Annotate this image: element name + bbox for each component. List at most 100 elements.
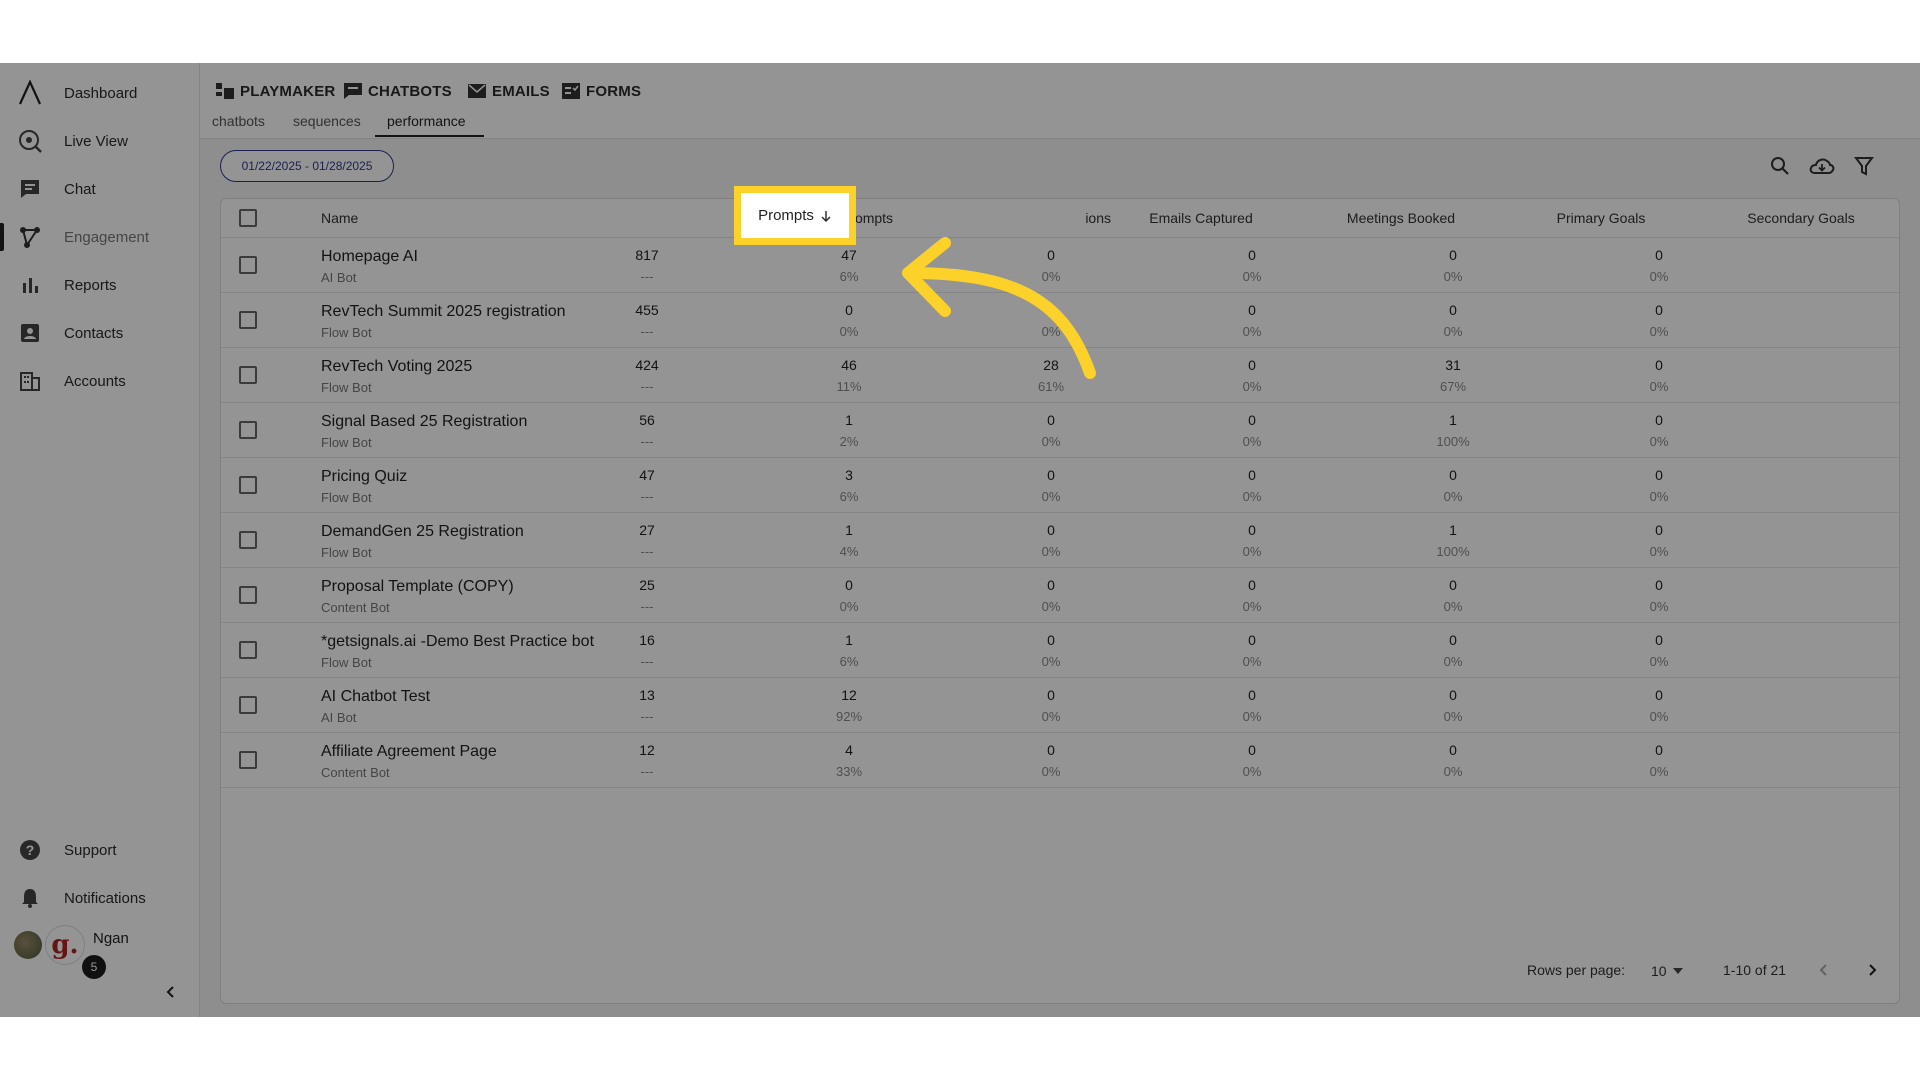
bot-name[interactable]: Pricing Quiz <box>321 468 407 486</box>
row-checkbox[interactable] <box>239 256 257 274</box>
bot-type: Content Bot <box>321 600 390 615</box>
emails-cell: 0 0% <box>991 403 1111 458</box>
secondary-goals-cell: 0 0% <box>1599 623 1719 678</box>
sidebar-item-chat[interactable]: Chat <box>0 169 200 209</box>
sidebar-item-engagement[interactable]: Engagement <box>0 217 200 257</box>
collapse-sidebar-button[interactable] <box>160 981 182 1003</box>
date-range-chip[interactable]: 01/22/2025 - 01/28/2025 <box>220 150 394 182</box>
primary-goals-cell: 31 67% <box>1393 348 1513 403</box>
emails-cell: 0 0% <box>991 293 1111 348</box>
primary-goals-cell: 0 0% <box>1393 293 1513 348</box>
row-checkbox[interactable] <box>239 311 257 329</box>
sidebar-item-contacts[interactable]: Contacts <box>0 313 200 353</box>
emails-cell: 0 0% <box>991 568 1111 623</box>
cell-percent: 0% <box>839 324 859 339</box>
table-row[interactable]: *getsignals.ai -Demo Best Practice bot Fl… <box>221 623 1901 678</box>
row-checkbox[interactable] <box>239 696 257 714</box>
chevron-left-icon <box>166 986 174 998</box>
row-checkbox[interactable] <box>239 531 257 549</box>
cell-percent: 0% <box>1649 544 1669 559</box>
cell-percent: 0% <box>1443 324 1463 339</box>
search-icon[interactable] <box>1766 152 1794 180</box>
emails-cell: 0 0% <box>991 623 1111 678</box>
bot-name[interactable]: RevTech Summit 2025 registration <box>321 303 566 321</box>
cell-value: 0 <box>1248 302 1256 318</box>
row-checkbox[interactable] <box>239 476 257 494</box>
cell-value: 0 <box>1248 687 1256 703</box>
column-header-primary-goals[interactable]: Primary Goals <box>1501 199 1701 237</box>
sidebar-item-dashboard[interactable]: Dashboard <box>0 73 200 113</box>
column-header-name[interactable]: Name <box>321 199 521 237</box>
meetings-cell: 0 0% <box>1192 458 1312 513</box>
emails-cell: 0 0% <box>991 733 1111 788</box>
sidebar-item-notifications[interactable]: Notifications <box>0 878 200 918</box>
rows-per-page-select[interactable]: 10 <box>1651 959 1691 983</box>
active-tab-indicator <box>375 135 484 137</box>
subtab-sequences[interactable]: sequences <box>293 113 361 137</box>
emails-cell: 28 61% <box>991 348 1111 403</box>
table-row[interactable]: RevTech Voting 2025 Flow Bot 424 --- 46 11% 28… <box>221 348 1901 403</box>
bot-name[interactable]: Proposal Template (COPY) <box>321 578 514 596</box>
secondary-goals-cell: 0 0% <box>1599 733 1719 788</box>
row-checkbox[interactable] <box>239 586 257 604</box>
column-header-meetings-booked[interactable]: Meetings Booked <box>1301 199 1501 237</box>
table-row[interactable]: DemandGen 25 Registration Flow Bot 27 --- 1 4… <box>221 513 1901 568</box>
tab-playmaker[interactable]: PLAYMAKER <box>216 79 335 103</box>
table-row[interactable]: Signal Based 25 Registration Flow Bot 56 --… <box>221 403 1901 458</box>
bot-name[interactable]: Affiliate Agreement Page <box>321 743 497 761</box>
cell-percent: --- <box>640 599 654 614</box>
column-header-conversations[interactable]: ions <box>1001 199 1111 237</box>
cell-percent: --- <box>640 709 654 724</box>
prompts-cell: 455 --- <box>587 293 707 348</box>
previous-page-button[interactable] <box>1811 957 1837 983</box>
row-checkbox[interactable] <box>239 641 257 659</box>
sidebar-item-live-view[interactable]: Live View <box>0 121 200 161</box>
tab-emails[interactable]: EMAILS <box>468 79 550 103</box>
column-header-emails-captured[interactable]: Emails Captured <box>1101 199 1301 237</box>
cell-percent: 0% <box>1242 379 1262 394</box>
meetings-cell: 0 0% <box>1192 403 1312 458</box>
row-checkbox[interactable] <box>239 366 257 384</box>
row-checkbox[interactable] <box>239 751 257 769</box>
bot-name[interactable]: Signal Based 25 Registration <box>321 413 527 431</box>
table-row[interactable]: Pricing Quiz Flow Bot 47 --- 3 6% 0 0% 0 0% 0 0% 0 0% <box>221 458 1901 513</box>
cell-value: 0 <box>1047 742 1055 758</box>
sidebar-item-support[interactable]: ? Support <box>0 830 200 870</box>
user-avatar-group[interactable]: g. 5 <box>12 925 106 985</box>
filter-icon[interactable] <box>1850 152 1878 180</box>
bot-name[interactable]: DemandGen 25 Registration <box>321 523 524 541</box>
select-all-checkbox[interactable] <box>239 209 257 227</box>
tab-chatbots[interactable]: CHATBOTS <box>344 79 452 103</box>
next-page-button[interactable] <box>1859 957 1885 983</box>
bot-name[interactable]: RevTech Voting 2025 <box>321 358 472 376</box>
highlighted-prompts-sort-button[interactable]: Prompts <box>734 186 856 245</box>
prompts-cell: 25 --- <box>587 568 707 623</box>
bot-name[interactable]: Homepage AI <box>321 248 418 266</box>
cell-percent: 0% <box>1242 709 1262 724</box>
cell-percent: 6% <box>839 269 859 284</box>
table-row[interactable]: AI Chatbot Test AI Bot 13 --- 12 92% 0 0% 0 0% 0 0%… <box>221 678 1901 733</box>
cell-value: 0 <box>1449 632 1457 648</box>
bot-name[interactable]: AI Chatbot Test <box>321 688 430 706</box>
chevron-left-icon <box>1819 964 1827 976</box>
table-row[interactable]: RevTech Summit 2025 registration Flow Bot… <box>221 293 1901 348</box>
table-row[interactable]: Affiliate Agreement Page Content Bot 12 ---… <box>221 733 1901 788</box>
cell-value: 27 <box>639 522 655 538</box>
sidebar-item-accounts[interactable]: Accounts <box>0 361 200 401</box>
subtab-performance[interactable]: performance <box>387 113 466 137</box>
column-header-secondary-goals[interactable]: Secondary Goals <box>1701 199 1901 237</box>
cell-percent: --- <box>640 544 654 559</box>
table-row[interactable]: Homepage AI AI Bot 817 --- 47 6% 0 0% 0 0% 0 0% 0 0% <box>221 238 1901 293</box>
conversations-cell: 12 92% <box>789 678 909 733</box>
secondary-goals-cell: 0 0% <box>1599 403 1719 458</box>
subtab-chatbots[interactable]: chatbots <box>212 113 265 137</box>
cell-percent: 100% <box>1436 544 1470 559</box>
sidebar-item-reports[interactable]: Reports <box>0 265 200 305</box>
row-checkbox[interactable] <box>239 421 257 439</box>
table-row[interactable]: Proposal Template (COPY) Content Bot 25 ---… <box>221 568 1901 623</box>
tab-label: EMAILS <box>492 82 550 100</box>
tab-forms[interactable]: FORMS <box>562 79 641 103</box>
meetings-cell: 0 0% <box>1192 733 1312 788</box>
bot-name[interactable]: *getsignals.ai -Demo Best Practice bot <box>321 633 594 651</box>
cloud-download-icon[interactable] <box>1808 152 1836 180</box>
